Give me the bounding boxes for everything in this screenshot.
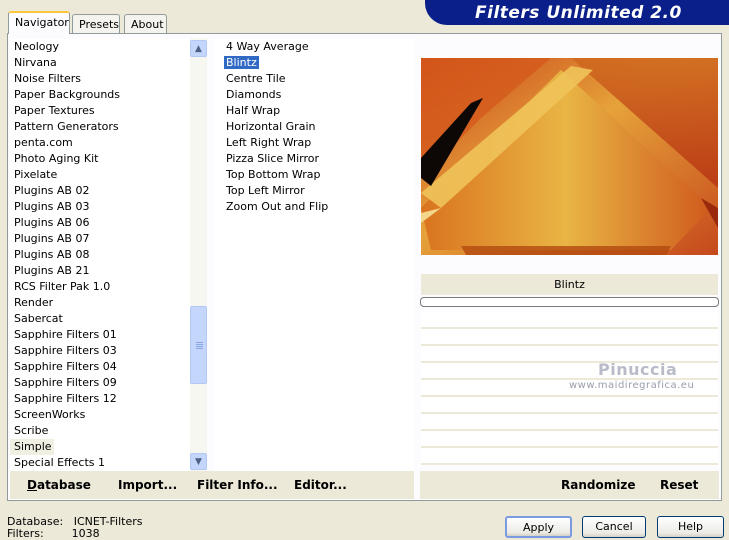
category-item[interactable]: Plugins AB 02: [10, 183, 190, 199]
import-button[interactable]: Import...: [118, 478, 177, 492]
filter-item[interactable]: Top Bottom Wrap: [222, 167, 414, 183]
category-item[interactable]: Sapphire Filters 09: [10, 375, 190, 391]
category-item[interactable]: Plugins AB 03: [10, 199, 190, 215]
filter-item[interactable]: Zoom Out and Flip: [222, 199, 414, 215]
filter-item-label: Diamonds: [226, 88, 282, 101]
filter-item-label: Horizontal Grain: [226, 120, 316, 133]
filter-item-label: 4 Way Average: [226, 40, 309, 53]
randomize-button[interactable]: Randomize: [561, 478, 635, 492]
category-item[interactable]: Sabercat: [10, 311, 190, 327]
status-area: Database: ICNET-Filters Filters: 1038: [7, 516, 142, 540]
watermark-url: www.maidiregrafica.eu: [569, 380, 695, 391]
filter-item-label: Top Left Mirror: [226, 184, 305, 197]
filter-item[interactable]: Top Left Mirror: [222, 183, 414, 199]
category-item[interactable]: Plugins AB 06: [10, 215, 190, 231]
scroll-down-button[interactable]: ▼: [190, 453, 207, 470]
scroll-thumb[interactable]: [190, 306, 207, 384]
filter-list[interactable]: 4 Way Average Blintz Centre Tile Diamonds Ha…: [214, 39, 414, 471]
filter-item-label: Left Right Wrap: [226, 136, 312, 149]
filter-item[interactable]: Horizontal Grain: [222, 119, 414, 135]
category-item[interactable]: Paper Backgrounds: [10, 87, 190, 103]
category-item[interactable]: Plugins AB 21: [10, 263, 190, 279]
watermark-name: Pinuccia: [598, 360, 678, 379]
category-item[interactable]: Special Effects 1: [10, 455, 190, 471]
filter-item-label: Top Bottom Wrap: [226, 168, 321, 181]
category-item[interactable]: Neology: [10, 39, 190, 55]
category-item[interactable]: ScreenWorks: [10, 407, 190, 423]
category-item[interactable]: RCS Filter Pak 1.0: [10, 279, 190, 295]
category-item[interactable]: Noise Filters: [10, 71, 190, 87]
filter-item[interactable]: Centre Tile: [222, 71, 414, 87]
filter-item[interactable]: Blintz: [222, 55, 414, 71]
category-item[interactable]: Sapphire Filters 12: [10, 391, 190, 407]
filter-item-label: Zoom Out and Flip: [226, 200, 329, 213]
editor-button[interactable]: Editor...: [294, 478, 347, 492]
apply-button[interactable]: Apply: [505, 516, 572, 538]
app-title: Filters Unlimited 2.0: [475, 3, 682, 23]
filter-item-label: Half Wrap: [226, 104, 281, 117]
tab-navigator[interactable]: Navigator: [8, 11, 70, 34]
filter-item-label: Blintz: [224, 56, 259, 69]
filters-count-value: 1038: [71, 527, 100, 540]
category-item[interactable]: Sapphire Filters 01: [10, 327, 190, 343]
category-item[interactable]: Plugins AB 08: [10, 247, 190, 263]
chevron-down-icon: ▼: [195, 456, 202, 467]
filter-info-button[interactable]: Filter Info...: [197, 478, 278, 492]
help-button[interactable]: Help: [657, 516, 724, 538]
filter-item[interactable]: 4 Way Average: [222, 39, 414, 55]
category-item[interactable]: Scribe: [10, 423, 190, 439]
category-list[interactable]: Neology Nirvana Noise Filters Paper Backgro…: [10, 39, 190, 471]
category-item[interactable]: Sapphire Filters 04: [10, 359, 190, 375]
scroll-up-button[interactable]: ▲: [190, 40, 207, 57]
tab-presets[interactable]: Presets: [72, 14, 120, 33]
category-item[interactable]: Pixelate: [10, 167, 190, 183]
progress-bar: [420, 297, 719, 307]
filter-preview-image: [421, 58, 718, 255]
filter-item[interactable]: Diamonds: [222, 87, 414, 103]
filter-item[interactable]: Half Wrap: [222, 103, 414, 119]
filter-item-label: Centre Tile: [226, 72, 286, 85]
category-item[interactable]: Pattern Generators: [10, 119, 190, 135]
reset-button[interactable]: Reset: [660, 478, 698, 492]
category-item[interactable]: Sapphire Filters 03: [10, 343, 190, 359]
category-item[interactable]: Paper Textures: [10, 103, 190, 119]
parameter-slots: [421, 312, 718, 472]
filter-item[interactable]: Pizza Slice Mirror: [222, 151, 414, 167]
cancel-button[interactable]: Cancel: [582, 516, 646, 538]
category-item[interactable]: Nirvana: [10, 55, 190, 71]
chevron-up-icon: ▲: [195, 43, 202, 54]
category-item[interactable]: Photo Aging Kit: [10, 151, 190, 167]
category-item[interactable]: Simple: [10, 439, 54, 455]
database-button[interactable]: Database: [27, 478, 91, 492]
category-item[interactable]: Plugins AB 07: [10, 231, 190, 247]
filter-item[interactable]: Left Right Wrap: [222, 135, 414, 151]
preview-filter-name: Blintz: [421, 274, 718, 295]
filter-item-label: Pizza Slice Mirror: [226, 152, 320, 165]
filters-count-label: Filters:: [7, 527, 44, 540]
category-item[interactable]: Render: [10, 295, 190, 311]
category-item[interactable]: penta.com: [10, 135, 190, 151]
category-scrollbar[interactable]: ▲ ▼: [190, 38, 207, 471]
tab-about[interactable]: About: [124, 14, 167, 33]
